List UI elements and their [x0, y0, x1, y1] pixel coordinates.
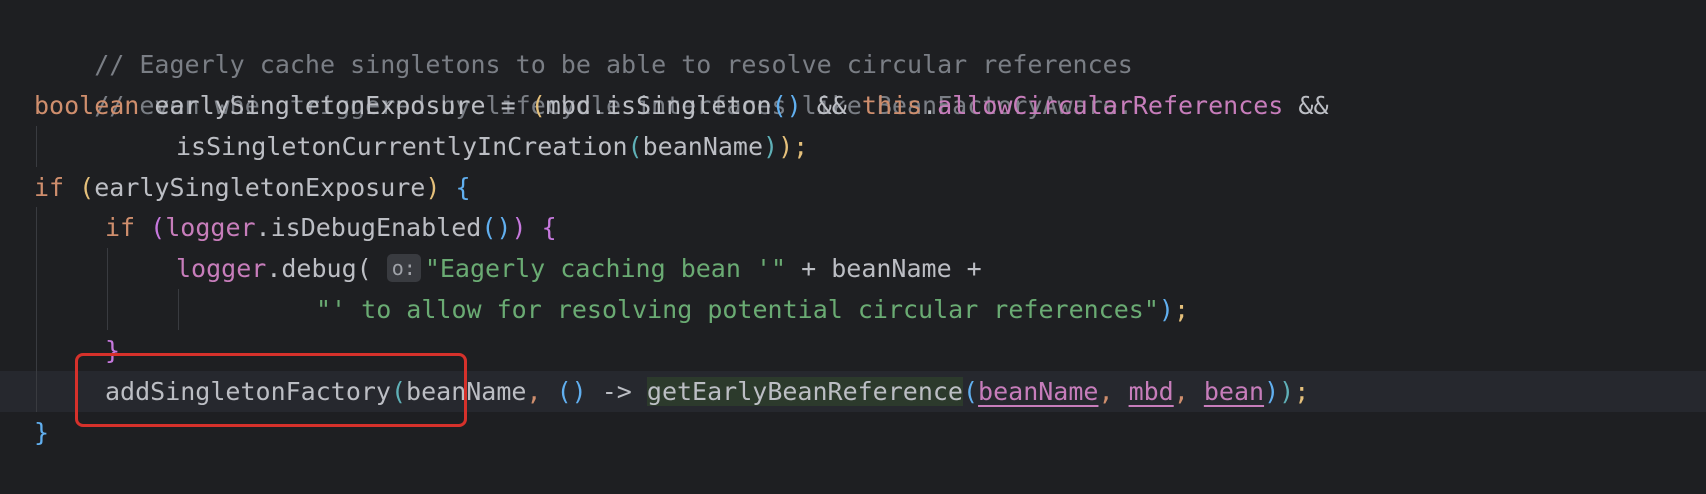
method-call: isSingletonCurrentlyInCreation: [176, 132, 628, 161]
code-line-2[interactable]: // even when triggered by lifecycle inte…: [34, 44, 1133, 120]
code-editor[interactable]: // Eagerly cache singletons to be able t…: [0, 0, 1706, 494]
string-literal: "' to allow for resolving potential circ…: [316, 295, 1159, 324]
code-line-5[interactable]: if (earlySingletonExposure) {: [34, 167, 471, 208]
code-line-1[interactable]: // Eagerly cache singletons to be able t…: [34, 3, 1133, 79]
lambda-params: (): [556, 377, 587, 406]
indent-guide: [107, 248, 108, 330]
brace-open: {: [541, 213, 557, 242]
code-line-3[interactable]: boolean earlySingletonExposure = (mbd.is…: [34, 85, 1329, 126]
code-line-11[interactable]: }: [34, 412, 49, 453]
keyword-if: if: [34, 173, 65, 202]
captured-variable: beanName: [978, 377, 1099, 406]
brace-close: }: [34, 418, 50, 447]
indent-guide: [36, 207, 37, 412]
field-name: allowCircularReferences: [937, 91, 1284, 120]
parameter-hint: o:: [386, 254, 421, 282]
code-line-4[interactable]: isSingletonCurrentlyInCreation(beanName)…: [176, 126, 808, 167]
method-reference[interactable]: getEarlyBeanReference: [646, 377, 963, 406]
code-line-6[interactable]: if (logger.isDebugEnabled()) {: [105, 207, 557, 248]
keyword-this: this: [861, 91, 923, 120]
variable-name: earlySingletonExposure: [154, 91, 486, 120]
captured-variable: mbd: [1128, 377, 1174, 406]
captured-variable: bean: [1203, 377, 1265, 406]
indent-guide: [178, 289, 179, 330]
code-line-7[interactable]: logger.debug( o: "Eagerly caching bean '"…: [176, 248, 982, 289]
logger-field: logger: [165, 213, 256, 242]
highlight-annotation-box: [75, 353, 467, 427]
code-line-8[interactable]: "' to allow for resolving potential circ…: [316, 289, 1189, 330]
brace-open: {: [455, 173, 471, 202]
string-literal: "Eagerly caching bean '": [424, 254, 787, 283]
keyword-if: if: [105, 213, 136, 242]
method-call: mbd.isSingleton: [545, 91, 772, 120]
condition: earlySingletonExposure: [94, 173, 426, 202]
keyword-boolean: boolean: [34, 91, 140, 120]
logger-field: logger: [176, 254, 267, 283]
